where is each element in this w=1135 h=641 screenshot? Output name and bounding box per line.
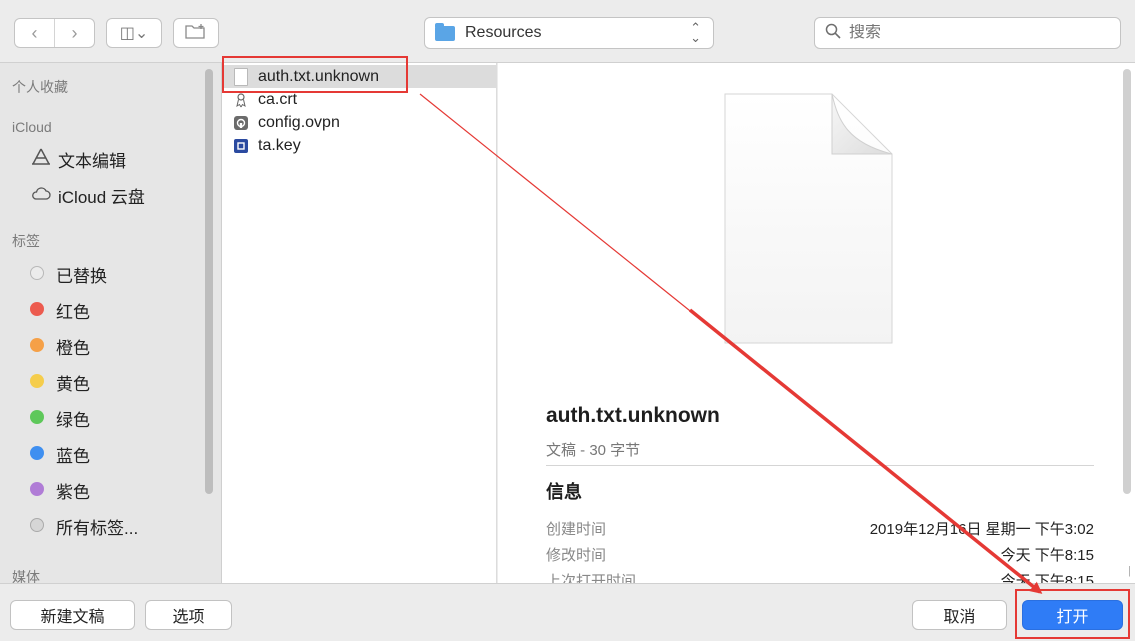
search-icon [825, 23, 845, 44]
info-row-last-opened: 上次打开时间 今天 下午8:15 [546, 573, 1094, 583]
chevron-left-icon: ‹ [31, 22, 38, 43]
document-icon [234, 67, 248, 86]
new-document-button[interactable]: 新建文稿 [10, 600, 135, 630]
preview-info-title: 信息 [546, 482, 582, 502]
file-row-ta-key[interactable]: ta.key [222, 134, 497, 157]
key-icon [234, 138, 248, 153]
file-name: ta.key [258, 136, 301, 154]
sidebar: 个人收藏 iCloud 文本编辑 iCloud 云盘 标签 已替换 红色 橙色 … [0, 63, 222, 583]
sidebar-section-favorites: 个人收藏 [12, 79, 68, 95]
location-label: Resources [465, 24, 542, 41]
tag-dot-icon [30, 482, 44, 496]
file-list-column: auth.txt.unknown ca.crt config.ovpn ta.k… [222, 63, 506, 583]
sidebar-section-icloud: iCloud [12, 119, 52, 135]
tag-dot-icon [30, 410, 44, 424]
tag-dot-icon [30, 338, 44, 352]
tag-dot-icon [30, 446, 44, 460]
toolbar: ‹ › ◫⌄ Resources ⌃ ⌄ [0, 0, 1135, 63]
sidebar-section-media: 媒体 [12, 569, 40, 583]
tag-dot-icon [30, 374, 44, 388]
open-button[interactable]: 打开 [1022, 600, 1123, 630]
preview-resize-handle[interactable]: | [1128, 565, 1131, 577]
search-input[interactable] [849, 24, 1109, 42]
view-mode-button[interactable]: ◫⌄ [106, 18, 162, 48]
sidebar-scrollbar[interactable] [205, 69, 213, 494]
new-folder-button[interactable] [173, 18, 219, 48]
forward-button[interactable]: › [55, 19, 94, 47]
certificate-icon [234, 91, 248, 109]
cloud-icon [30, 186, 52, 205]
info-row-modified: 修改时间 今天 下午8:15 [546, 547, 1094, 564]
location-popup[interactable]: Resources ⌃ ⌄ [424, 17, 714, 49]
sidebar-section-tags: 标签 [12, 233, 40, 249]
search-field[interactable] [814, 17, 1121, 49]
file-name: config.ovpn [258, 113, 340, 131]
vpn-config-icon [234, 115, 248, 130]
preview-pane: auth.txt.unknown 文稿 - 30 字节 信息 创建时间 2019… [498, 63, 1135, 583]
sidebar-item-textedit[interactable]: 文本编辑 [30, 147, 126, 172]
preview-file-name: auth.txt.unknown [546, 404, 720, 427]
sidebar-item-label: 文本编辑 [58, 152, 126, 171]
file-name: auth.txt.unknown [258, 67, 379, 85]
file-name: ca.crt [258, 90, 298, 108]
preview-scrollbar[interactable] [1123, 69, 1131, 494]
column-view-icon: ◫⌄ [119, 25, 149, 42]
textedit-icon [30, 148, 52, 171]
document-preview-icon [720, 91, 895, 351]
tag-dot-icon [30, 302, 44, 316]
nav-buttons: ‹ › [14, 18, 95, 48]
back-button[interactable]: ‹ [15, 19, 55, 47]
options-button[interactable]: 选项 [145, 600, 232, 630]
file-row-auth-txt[interactable]: auth.txt.unknown [222, 65, 497, 88]
preview-file-kind: 文稿 - 30 字节 [546, 442, 641, 459]
cancel-button[interactable]: 取消 [912, 600, 1007, 630]
file-row-ca-crt[interactable]: ca.crt [222, 88, 497, 111]
updown-chevron-icon: ⌃ ⌄ [690, 20, 701, 45]
info-row-created: 创建时间 2019年12月16日 星期一 下午3:02 [546, 521, 1094, 538]
folder-icon [435, 22, 455, 41]
file-row-config-ovpn[interactable]: config.ovpn [222, 111, 497, 134]
sidebar-item-label: iCloud 云盘 [58, 188, 145, 207]
chevron-right-icon: › [71, 22, 78, 43]
sidebar-item-icloud-drive[interactable]: iCloud 云盘 [30, 183, 145, 208]
preview-divider [546, 465, 1094, 466]
new-folder-icon [185, 23, 207, 44]
all-tags-icon [30, 518, 44, 532]
tag-dot-icon [30, 266, 44, 280]
dialog-footer: 新建文稿 选项 取消 打开 [0, 583, 1135, 641]
